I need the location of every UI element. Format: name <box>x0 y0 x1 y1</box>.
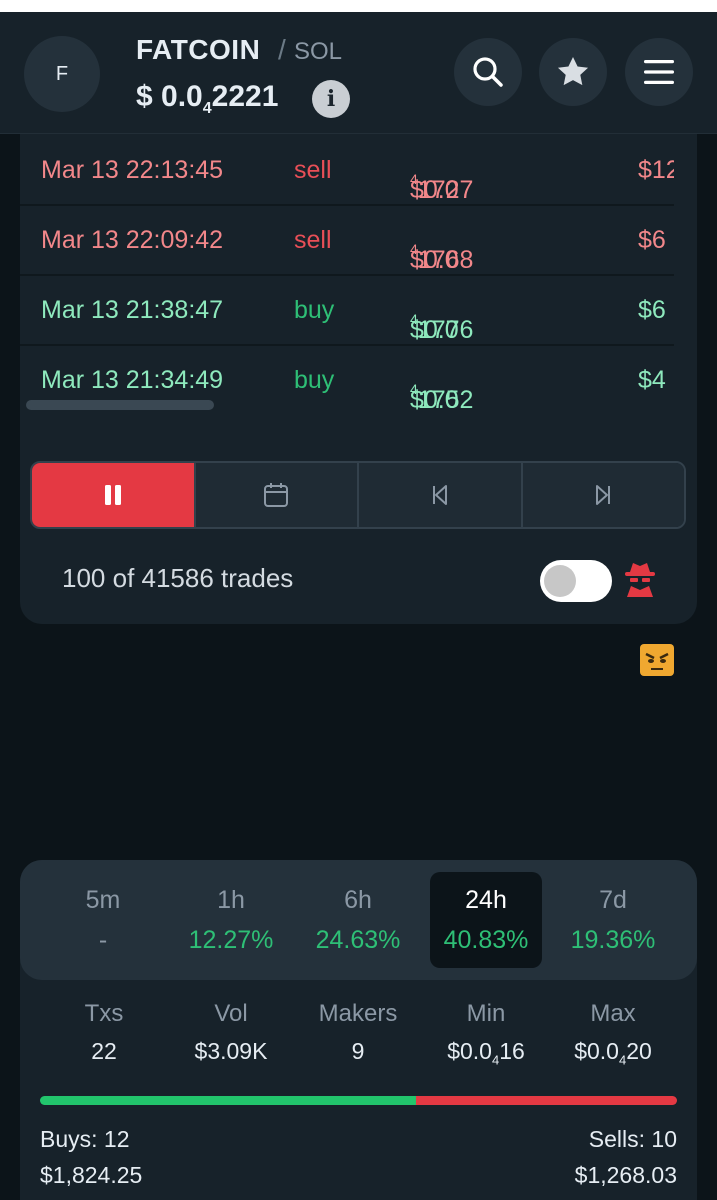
pause-icon <box>104 485 121 505</box>
stat-makers-label: Makers <box>318 1000 398 1027</box>
trade-price-digits: 1752 <box>417 386 474 414</box>
skip-back-icon <box>432 485 447 505</box>
stat-max-prefix: $0.0 <box>574 1038 619 1064</box>
timeframe-change: 12.27% <box>188 926 274 954</box>
trade-type: buy <box>294 366 335 394</box>
stat-txs-value: 22 <box>91 1038 117 1064</box>
tab-1h[interactable]: 1h 12.27% <box>175 872 287 968</box>
timeframe-change: 24.63% <box>315 926 401 954</box>
skip-forward-icon <box>596 485 611 505</box>
trade-time: Mar 13 21:34:49 <box>41 366 224 394</box>
token-name: FATCOIN <box>136 34 261 65</box>
trade-row[interactable]: Mar 13 21:38:47 buy $0.0 4 1776 $6 <box>20 276 674 346</box>
trade-usd: $4 <box>638 366 666 394</box>
stat-makers-value: 9 <box>351 1038 365 1064</box>
stat-vol: Vol $3.09K <box>171 1000 291 1065</box>
stat-max-label: Max <box>590 1000 636 1027</box>
tab-24h[interactable]: 24h 40.83% <box>430 872 542 968</box>
info-icon[interactable]: i <box>312 80 350 118</box>
search-icon <box>473 57 503 87</box>
skip-back-button[interactable] <box>359 463 523 527</box>
sell-ratio-fill <box>415 1096 677 1105</box>
trade-time: Mar 13 22:09:42 <box>41 226 224 254</box>
playback-controls <box>30 461 686 529</box>
sells-amount: $1,268.03 <box>574 1162 677 1188</box>
tab-6h[interactable]: 6h 24.63% <box>302 872 414 968</box>
trade-price: $0.0 4 1768 <box>410 226 473 274</box>
trade-row[interactable]: Mar 13 22:09:42 sell $0.0 4 1768 $6 <box>20 206 674 276</box>
trade-time: Mar 13 21:38:47 <box>41 296 224 324</box>
toggle-knob <box>544 565 576 597</box>
pause-button[interactable] <box>32 463 196 527</box>
trade-price: $0.0 4 1776 <box>410 296 473 344</box>
trade-price-digits: 1727 <box>417 176 474 204</box>
token-separator: / <box>278 34 286 65</box>
horizontal-scrollbar[interactable] <box>26 400 214 410</box>
tab-7d[interactable]: 7d 19.36% <box>557 872 669 968</box>
trade-type: buy <box>294 296 335 324</box>
stat-min-prefix: $0.0 <box>447 1038 492 1064</box>
trades-count: 100 of 41586 trades <box>62 563 294 593</box>
stat-vol-label: Vol <box>214 1000 248 1027</box>
system-status-bar <box>0 0 717 12</box>
timeframe-change: 19.36% <box>570 926 656 954</box>
stat-min: Min $0.0416 <box>426 1000 546 1068</box>
calendar-icon <box>264 483 289 507</box>
timeframe-selector: 5m - 1h 12.27% 6h 24.63% 24h 40.83% 7d 19.36% <box>20 860 697 980</box>
buy-ratio-fill <box>40 1096 416 1105</box>
trade-price: $0.0 4 1727 <box>410 156 473 204</box>
spy-icon[interactable] <box>622 560 658 598</box>
stat-max-value: $0.0420 <box>553 1038 673 1068</box>
token-price-prefix: $ 0.0 <box>136 80 203 113</box>
stat-vol-value: $3.09K <box>194 1038 268 1064</box>
stat-makers: Makers 9 <box>298 1000 418 1065</box>
timeframe-change: 40.83% <box>443 926 529 954</box>
stat-min-digits: 16 <box>499 1038 525 1064</box>
menu-button[interactable] <box>625 38 693 106</box>
token-price-zeros: 4 <box>202 100 212 117</box>
trade-price-digits: 1768 <box>417 246 474 274</box>
hamburger-menu-icon <box>644 60 674 84</box>
token-chain: SOL <box>294 38 343 65</box>
trade-usd: $12 <box>638 156 674 184</box>
trade-row[interactable]: Mar 13 22:13:45 sell $0.0 4 1727 $12 <box>20 136 674 206</box>
sells-count: Sells: 10 <box>588 1126 677 1152</box>
trade-usd: $6 <box>638 226 666 254</box>
skip-forward-button[interactable] <box>522 463 684 527</box>
star-icon <box>557 56 589 86</box>
trade-type: sell <box>294 226 332 254</box>
favorite-button[interactable] <box>539 38 607 106</box>
timeframe-label: 5m <box>85 886 121 914</box>
token-price: $ 0.042221 <box>136 80 278 118</box>
stat-txs: Txs 22 <box>44 1000 164 1065</box>
timeframe-label: 24h <box>465 886 507 914</box>
stat-txs-label: Txs <box>84 1000 124 1027</box>
toggle-switch[interactable] <box>540 560 612 602</box>
tab-5m[interactable]: 5m - <box>47 872 159 968</box>
stats-card: 5m - 1h 12.27% 6h 24.63% 24h 40.83% 7d 19.36% Txs… <box>20 860 697 1200</box>
timeframe-label: 7d <box>599 886 627 914</box>
trade-time: Mar 13 22:13:45 <box>41 156 224 184</box>
timeframe-change: - <box>98 926 108 954</box>
stat-min-label: Min <box>466 1000 506 1027</box>
trade-price: $0.0 4 1752 <box>410 366 473 414</box>
token-header: F FATCOIN / SOL $ 0.042221 i <box>0 12 717 134</box>
timeframe-label: 6h <box>344 886 372 914</box>
trade-usd: $6 <box>638 296 666 324</box>
calendar-button[interactable] <box>195 463 359 527</box>
stat-max-digits: 20 <box>626 1038 652 1064</box>
timeframe-label: 1h <box>217 886 245 914</box>
search-button[interactable] <box>454 38 522 106</box>
buys-amount: $1,824.25 <box>40 1162 143 1188</box>
stat-max: Max $0.0420 <box>553 1000 673 1068</box>
suspicious-face-icon <box>640 644 674 676</box>
token-avatar: F <box>24 36 100 112</box>
trade-price-digits: 1776 <box>417 316 474 344</box>
buy-sell-ratio-bar <box>40 1096 677 1105</box>
buys-count: Buys: 12 <box>40 1126 130 1152</box>
stat-min-value: $0.0416 <box>426 1038 546 1068</box>
token-price-digits: 2221 <box>211 80 279 113</box>
trade-type: sell <box>294 156 332 184</box>
